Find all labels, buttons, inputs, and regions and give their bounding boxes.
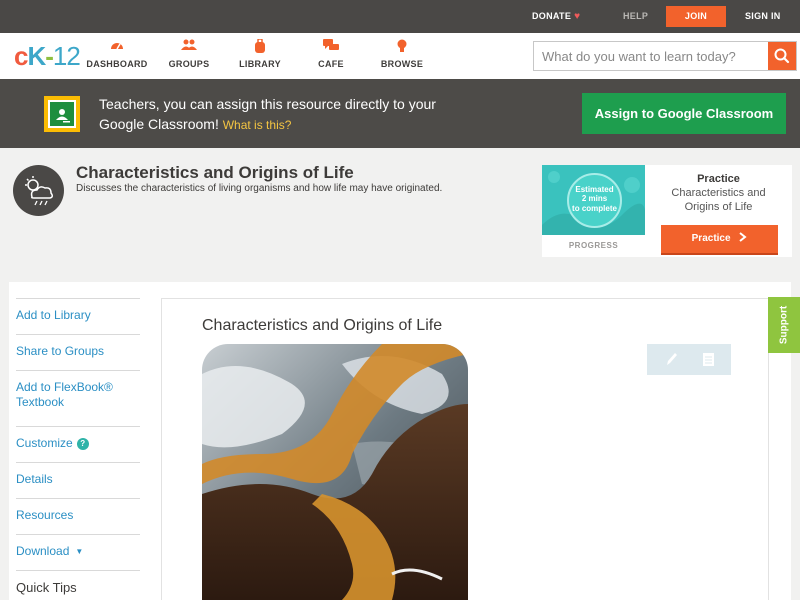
help-link[interactable]: HELP [623, 0, 648, 33]
nav-cafe[interactable]: CAFE [296, 39, 366, 77]
top-utility-bar: DONATE ♥ HELP JOIN SIGN IN [0, 0, 800, 33]
donate-link[interactable]: DONATE ♥ [532, 0, 580, 33]
what-is-this-link[interactable]: What is this? [223, 118, 292, 132]
chevron-right-icon [739, 232, 747, 242]
banner-message: Teachers, you can assign this resource d… [99, 96, 436, 132]
share-to-groups-link[interactable]: Share to Groups [16, 334, 140, 370]
donate-label: DONATE [532, 11, 572, 21]
browse-lightbulb-icon [367, 39, 437, 55]
assign-to-google-classroom-button[interactable]: Assign to Google Classroom [582, 93, 786, 134]
content-title: Characteristics and Origins of Life [202, 317, 443, 334]
hot-spring-photo [202, 344, 468, 600]
progress-label: PROGRESS [568, 241, 619, 250]
ck12-logo[interactable]: cK-12 [14, 41, 81, 71]
download-dropdown[interactable]: Download ▼ [16, 534, 140, 570]
customize-link[interactable]: Customize? [16, 426, 140, 462]
nav-browse[interactable]: BROWSE [367, 39, 437, 77]
page-title: Characteristics and Origins of Life [76, 163, 354, 182]
add-to-library-link[interactable]: Add to Library [16, 298, 140, 334]
progress-panel: Estimated 2 mins to complete [542, 165, 645, 235]
dashboard-gauge-icon [82, 39, 152, 55]
sign-in-link[interactable]: SIGN IN [745, 0, 781, 33]
nav-library[interactable]: LIBRARY [225, 38, 295, 77]
practice-subtitle: Characteristics and Origins of Life [671, 187, 766, 213]
details-link[interactable]: Details [16, 462, 140, 498]
nav-groups[interactable]: GROUPS [154, 39, 224, 77]
library-backpack-icon [225, 38, 295, 55]
help-question-icon[interactable]: ? [76, 438, 89, 450]
notes-icon[interactable] [693, 348, 723, 371]
groups-people-icon [154, 39, 224, 55]
search-input[interactable] [534, 42, 768, 70]
nav-dashboard[interactable]: DASHBOARD [82, 39, 152, 77]
heart-icon: ♥ [574, 11, 581, 22]
search-box [533, 41, 797, 71]
cafe-chat-icon [296, 39, 366, 55]
practice-button[interactable]: Practice [661, 225, 778, 255]
practice-heading: Practice [697, 173, 740, 185]
quick-tips-heading[interactable]: Quick Tips [16, 570, 140, 595]
practice-card: Estimated 2 mins to complete PROGRESS Pr… [542, 165, 792, 257]
resources-link[interactable]: Resources [16, 498, 140, 534]
estimated-time-badge: Estimated 2 mins to complete [567, 173, 622, 228]
main-navigation: cK-12 DASHBOARD GROUPS LIBRARY CAFE BROW… [0, 33, 800, 79]
google-classroom-banner: Teachers, you can assign this resource d… [0, 79, 800, 148]
resource-sidebar: Add to Library Share to Groups Add to Fl… [9, 282, 151, 600]
pencil-icon[interactable] [655, 348, 685, 371]
google-classroom-icon [44, 96, 80, 132]
weather-cloud-icon [13, 165, 64, 216]
search-icon [774, 48, 790, 64]
join-button[interactable]: JOIN [666, 6, 726, 27]
caret-down-icon: ▼ [75, 547, 84, 556]
page-description: Discusses the characteristics of living … [76, 183, 443, 194]
add-to-flexbook-link[interactable]: Add to FlexBook® Textbook [16, 370, 140, 426]
note-tools [647, 344, 731, 375]
search-button[interactable] [768, 42, 796, 70]
support-tab[interactable]: Support [768, 297, 800, 353]
